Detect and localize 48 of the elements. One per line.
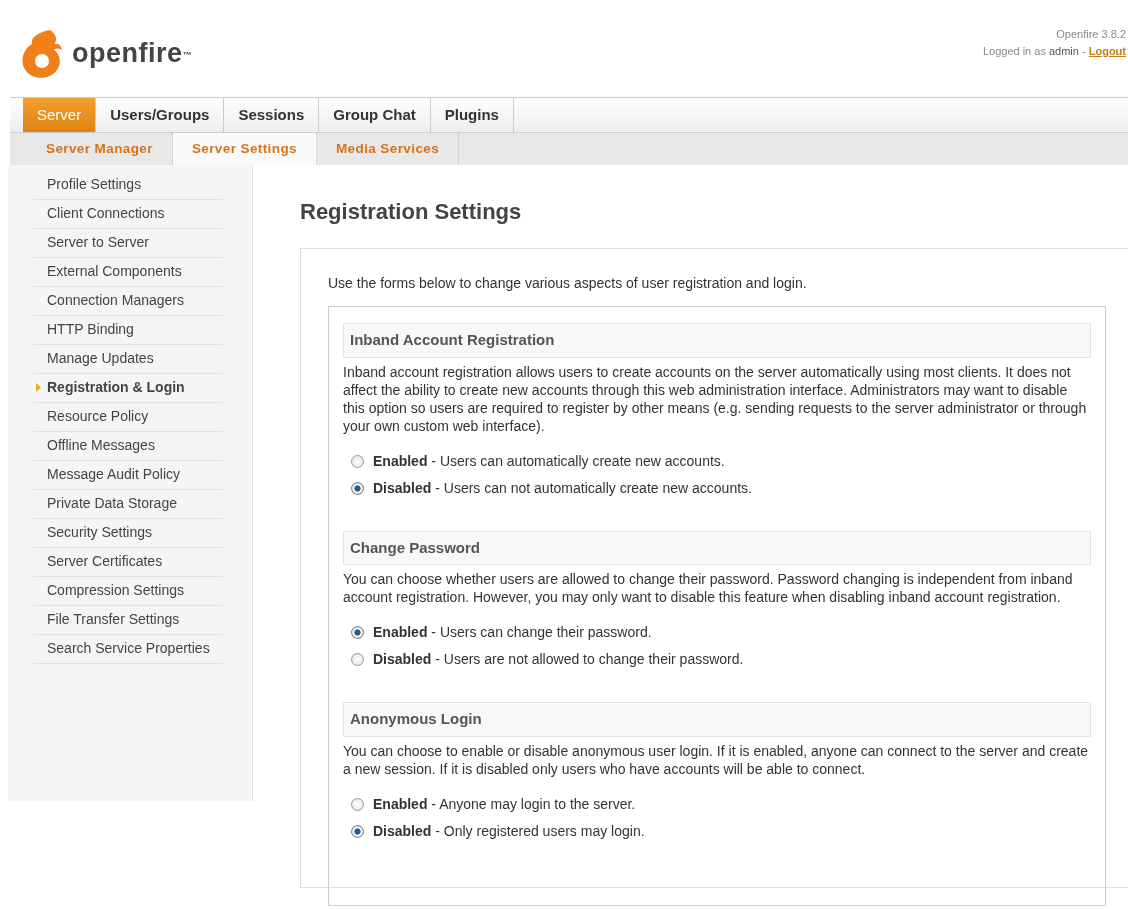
section-description: You can choose to enable or disable anonymous user login. If it is enabled, anyone can connect to the server and create a new session. If it is disabled only users who have accounts will be able to connect.	[343, 741, 1090, 778]
section-description: You can choose whether users are allowed to change their password. Password changing is independent from inband account registration. However, you may only want to disable this feature when disabling inband account registration.	[343, 570, 1074, 606]
section-header: Anonymous Login	[343, 702, 1091, 737]
radio-button[interactable]	[351, 653, 364, 666]
sidebar-item[interactable]: HTTP Binding	[33, 316, 223, 345]
radio-button[interactable]	[351, 626, 364, 639]
sidebar-item[interactable]: Registration & Login	[33, 374, 223, 403]
option-label: Enabled - Users can change their password.	[373, 623, 652, 642]
sidebar-item[interactable]: Search Service Properties	[33, 635, 223, 664]
radio-button[interactable]	[351, 824, 364, 838]
radio-button[interactable]	[351, 454, 364, 468]
sidebar-item[interactable]: Resource Policy	[33, 403, 223, 432]
sidebar-item[interactable]: Server Certificates	[33, 548, 223, 577]
nav-tab[interactable]: Users/Groups	[96, 98, 225, 132]
logo-text: openfire$^{™}$	[72, 37, 192, 71]
sidebar-item[interactable]: Security Settings	[33, 519, 223, 548]
option-label: Enabled - Anyone may login to the server.	[373, 794, 636, 814]
page-title: Registration Settings	[300, 198, 523, 226]
sidebar-item[interactable]: Profile Settings	[33, 171, 223, 200]
sidebar-item[interactable]: Server to Server	[33, 229, 223, 258]
sidebar-item[interactable]: Offline Messages	[33, 432, 223, 461]
option-label: Disabled - Users are not allowed to change their password.	[373, 650, 744, 669]
sidebar-item[interactable]: File Transfer Settings	[33, 606, 223, 635]
nav-tab[interactable]: Group Chat	[319, 98, 431, 132]
login-label: Logged in as	[982, 45, 1046, 57]
nav-tab[interactable]: Sessions	[224, 98, 320, 132]
sidebar-item[interactable]: Connection Managers	[33, 287, 223, 316]
sidebar-item[interactable]: Manage Updates	[33, 345, 223, 374]
radio-button[interactable]	[351, 481, 364, 495]
username: admin	[1048, 45, 1079, 57]
separator: -	[1082, 45, 1086, 57]
radio-button[interactable]	[351, 797, 364, 811]
version-label: Openfire 3.8.2	[1055, 27, 1126, 42]
sidebar-item[interactable]: Client Connections	[33, 200, 223, 229]
option-label: Disabled - Users can not automatically create new accounts.	[373, 478, 752, 498]
section-header: Change Password	[343, 530, 1091, 565]
sidebar-item[interactable]: External Components	[33, 258, 223, 287]
option-label: Enabled - Users can automatically create new accounts.	[373, 451, 725, 471]
sidebar-item[interactable]: Message Audit Policy	[33, 461, 223, 490]
section-header: Inband Account Registration	[343, 323, 1091, 358]
arrow-icon	[36, 383, 41, 392]
nav-tab[interactable]: Plugins	[430, 98, 514, 132]
intro-text: Use the forms below to change various aspects of user registration and login.	[328, 274, 808, 293]
flame-logo-icon	[20, 27, 64, 80]
sidebar-item[interactable]: Private Data Storage	[33, 490, 223, 519]
option-label: Disabled - Only registered users may login.	[373, 821, 645, 841]
section-description: Inband account registration allows users to create accounts on the server automatically using most clients. It does not affect the ability to create new accounts through this web administration interface. Administrators may want to disable this option so users are required to register by other means (e.g. sending requests to the server administrator or through your own custom web interface).	[343, 362, 1088, 435]
sidebar-item[interactable]: Compression Settings	[33, 577, 223, 606]
